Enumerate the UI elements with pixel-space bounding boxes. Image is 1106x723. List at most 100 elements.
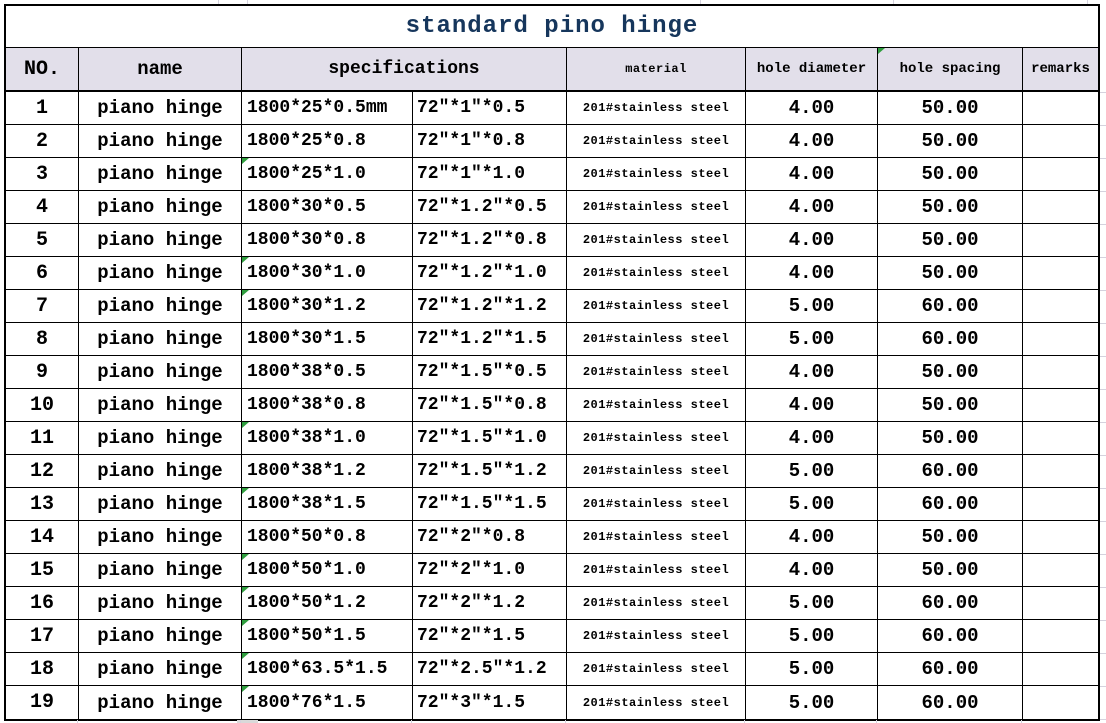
cell-material[interactable]: 201#stainless steel — [567, 455, 746, 487]
cell-hole-spacing[interactable]: 50.00 — [878, 92, 1023, 124]
cell-material[interactable]: 201#stainless steel — [567, 125, 746, 157]
cell-remarks[interactable] — [1023, 488, 1098, 520]
table-title-cell[interactable]: standard pino hinge — [6, 6, 1098, 48]
cell-name[interactable]: piano hinge — [79, 620, 242, 652]
cell-spec-inch[interactable]: 72″*1.2″*0.8 — [413, 224, 567, 256]
cell-no[interactable]: 11 — [6, 422, 79, 454]
cell-remarks[interactable] — [1023, 158, 1098, 190]
cell-hole-diameter[interactable]: 5.00 — [746, 653, 878, 685]
cell-material[interactable]: 201#stainless steel — [567, 389, 746, 421]
cell-hole-diameter[interactable]: 4.00 — [746, 191, 878, 223]
cell-spec-metric[interactable]: 1800*38*0.5 — [242, 356, 413, 388]
cell-material[interactable]: 201#stainless steel — [567, 224, 746, 256]
cell-hole-diameter[interactable]: 4.00 — [746, 422, 878, 454]
cell-spec-metric[interactable]: 1800*50*1.5 — [242, 620, 413, 652]
cell-remarks[interactable] — [1023, 290, 1098, 322]
cell-hole-spacing[interactable]: 50.00 — [878, 422, 1023, 454]
cell-hole-spacing[interactable]: 60.00 — [878, 653, 1023, 685]
cell-material[interactable]: 201#stainless steel — [567, 554, 746, 586]
cell-name[interactable]: piano hinge — [79, 554, 242, 586]
cell-spec-inch[interactable]: 72″*2″*1.0 — [413, 554, 567, 586]
cell-material[interactable]: 201#stainless steel — [567, 92, 746, 124]
cell-spec-metric[interactable]: 1800*38*1.0 — [242, 422, 413, 454]
cell-spec-inch[interactable]: 72″*1.5″*1.2 — [413, 455, 567, 487]
cell-spec-inch[interactable]: 72″*1″*0.5 — [413, 92, 567, 124]
cell-name[interactable]: piano hinge — [79, 158, 242, 190]
cell-spec-inch[interactable]: 72″*1.5″*0.8 — [413, 389, 567, 421]
cell-spec-inch[interactable]: 72″*3″*1.5 — [413, 686, 567, 719]
cell-no[interactable]: 5 — [6, 224, 79, 256]
header-cell-material[interactable]: material — [567, 48, 746, 90]
cell-name[interactable]: piano hinge — [79, 257, 242, 289]
cell-spec-metric[interactable]: 1800*25*0.8 — [242, 125, 413, 157]
cell-no[interactable]: 3 — [6, 158, 79, 190]
cell-spec-inch[interactable]: 72″*1″*1.0 — [413, 158, 567, 190]
cell-material[interactable]: 201#stainless steel — [567, 323, 746, 355]
cell-material[interactable]: 201#stainless steel — [567, 191, 746, 223]
cell-remarks[interactable] — [1023, 323, 1098, 355]
cell-material[interactable]: 201#stainless steel — [567, 686, 746, 719]
cell-hole-spacing[interactable]: 60.00 — [878, 323, 1023, 355]
cell-no[interactable]: 4 — [6, 191, 79, 223]
cell-remarks[interactable] — [1023, 422, 1098, 454]
cell-hole-spacing[interactable]: 50.00 — [878, 257, 1023, 289]
cell-spec-inch[interactable]: 72″*1.2″*1.5 — [413, 323, 567, 355]
cell-no[interactable]: 12 — [6, 455, 79, 487]
header-cell-remarks[interactable]: remarks — [1023, 48, 1098, 90]
cell-hole-diameter[interactable]: 5.00 — [746, 488, 878, 520]
cell-remarks[interactable] — [1023, 356, 1098, 388]
cell-remarks[interactable] — [1023, 455, 1098, 487]
cell-no[interactable]: 14 — [6, 521, 79, 553]
cell-no[interactable]: 1 — [6, 92, 79, 124]
cell-hole-spacing[interactable]: 50.00 — [878, 521, 1023, 553]
cell-hole-diameter[interactable]: 5.00 — [746, 455, 878, 487]
cell-spec-inch[interactable]: 72″*1.2″*1.0 — [413, 257, 567, 289]
cell-remarks[interactable] — [1023, 620, 1098, 652]
cell-material[interactable]: 201#stainless steel — [567, 488, 746, 520]
cell-spec-metric[interactable]: 1800*25*1.0 — [242, 158, 413, 190]
header-cell-name[interactable]: name — [79, 48, 242, 90]
cell-no[interactable]: 7 — [6, 290, 79, 322]
header-cell-hole-spacing[interactable]: hole spacing — [878, 48, 1023, 90]
cell-spec-metric[interactable]: 1800*30*1.0 — [242, 257, 413, 289]
cell-hole-spacing[interactable]: 50.00 — [878, 389, 1023, 421]
cell-hole-diameter[interactable]: 5.00 — [746, 686, 878, 719]
cell-material[interactable]: 201#stainless steel — [567, 158, 746, 190]
cell-hole-diameter[interactable]: 5.00 — [746, 323, 878, 355]
cell-name[interactable]: piano hinge — [79, 290, 242, 322]
cell-spec-inch[interactable]: 72″*2″*1.2 — [413, 587, 567, 619]
cell-spec-metric[interactable]: 1800*30*0.8 — [242, 224, 413, 256]
cell-name[interactable]: piano hinge — [79, 125, 242, 157]
cell-name[interactable]: piano hinge — [79, 455, 242, 487]
cell-hole-diameter[interactable]: 5.00 — [746, 290, 878, 322]
cell-no[interactable]: 18 — [6, 653, 79, 685]
cell-name[interactable]: piano hinge — [79, 356, 242, 388]
cell-spec-inch[interactable]: 72″*1″*0.8 — [413, 125, 567, 157]
cell-hole-spacing[interactable]: 50.00 — [878, 554, 1023, 586]
cell-name[interactable]: piano hinge — [79, 686, 242, 719]
cell-spec-inch[interactable]: 72″*2″*0.8 — [413, 521, 567, 553]
cell-hole-spacing[interactable]: 60.00 — [878, 686, 1023, 719]
cell-name[interactable]: piano hinge — [79, 488, 242, 520]
cell-hole-diameter[interactable]: 4.00 — [746, 356, 878, 388]
cell-spec-metric[interactable]: 1800*30*0.5 — [242, 191, 413, 223]
cell-spec-metric[interactable]: 1800*50*1.0 — [242, 554, 413, 586]
cell-no[interactable]: 13 — [6, 488, 79, 520]
cell-no[interactable]: 15 — [6, 554, 79, 586]
cell-no[interactable]: 17 — [6, 620, 79, 652]
cell-remarks[interactable] — [1023, 521, 1098, 553]
cell-material[interactable]: 201#stainless steel — [567, 587, 746, 619]
cell-spec-metric[interactable]: 1800*38*1.5 — [242, 488, 413, 520]
cell-spec-metric[interactable]: 1800*30*1.2 — [242, 290, 413, 322]
cell-material[interactable]: 201#stainless steel — [567, 257, 746, 289]
cell-material[interactable]: 201#stainless steel — [567, 356, 746, 388]
cell-hole-spacing[interactable]: 60.00 — [878, 455, 1023, 487]
cell-spec-inch[interactable]: 72″*1.5″*1.5 — [413, 488, 567, 520]
cell-hole-diameter[interactable]: 4.00 — [746, 125, 878, 157]
cell-hole-spacing[interactable]: 50.00 — [878, 158, 1023, 190]
cell-hole-diameter[interactable]: 4.00 — [746, 554, 878, 586]
cell-hole-spacing[interactable]: 60.00 — [878, 587, 1023, 619]
cell-hole-diameter[interactable]: 4.00 — [746, 224, 878, 256]
header-cell-specifications[interactable]: specifications — [242, 48, 567, 90]
cell-no[interactable]: 8 — [6, 323, 79, 355]
